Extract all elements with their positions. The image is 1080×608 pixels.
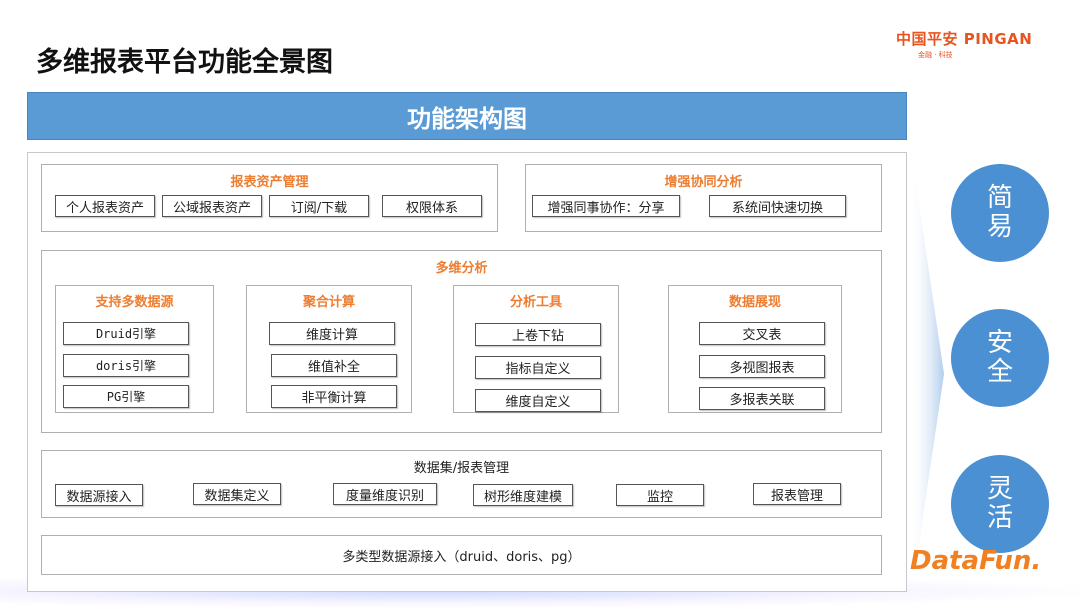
asset-item: 公域报表资产 [162, 195, 262, 217]
aggregation-title: 聚合计算 [302, 295, 355, 310]
aggregation-item: 维度计算 [269, 322, 395, 345]
engine-item: doris引擎 [63, 354, 189, 377]
engine-item: PG引擎 [63, 385, 189, 408]
pingan-logo: 中国平安 PINGAN 金融 · 科技 [896, 28, 1058, 62]
presentation-item: 交叉表 [699, 322, 825, 345]
quality-char: 易 [986, 212, 1013, 242]
dataset-item: 数据集定义 [193, 483, 281, 505]
quality-circle-flexible: 灵 活 [951, 455, 1049, 553]
data-source-access-bar: 多类型数据源接入（druid、doris、pg） [41, 535, 882, 575]
dataset-item: 度量维度识别 [333, 483, 437, 505]
quality-char: 灵 [986, 474, 1013, 505]
logo-subtext: 金融 · 科技 [918, 51, 953, 59]
analysis-tool-item: 维度自定义 [475, 389, 601, 412]
engine-item: Druid引擎 [63, 322, 189, 345]
right-arrow-icon [912, 156, 944, 592]
data-presentation-title: 数据展现 [728, 295, 781, 310]
dataset-management-title: 数据集/报表管理 [413, 461, 510, 476]
logo-text: 中国平安 PINGAN [896, 30, 1033, 48]
quality-char: 安 [986, 328, 1013, 359]
dataset-item: 监控 [616, 484, 704, 506]
collab-item: 增强同事协作：分享 [532, 195, 680, 217]
dataset-item: 数据源接入 [55, 484, 143, 506]
asset-item: 个人报表资产 [55, 195, 155, 217]
asset-item: 权限体系 [382, 195, 482, 217]
analysis-tools-title: 分析工具 [509, 295, 562, 310]
aggregation-item: 非平衡计算 [271, 385, 397, 408]
aggregation-item: 维值补全 [271, 354, 397, 377]
quality-char: 简 [986, 183, 1013, 214]
datafun-logo: DataFun. [910, 546, 1042, 576]
asset-management-title: 报表资产管理 [230, 175, 309, 190]
multi-dimension-analysis-title: 多维分析 [435, 261, 488, 276]
banner-title: 功能架构图 [407, 104, 527, 133]
presentation-item: 多报表关联 [699, 387, 825, 410]
quality-circle-simple: 简 易 [951, 164, 1049, 262]
collab-analysis-title: 增强协同分析 [664, 175, 743, 190]
analysis-tool-item: 上卷下钻 [475, 323, 601, 346]
data-source-access-label: 多类型数据源接入（druid、doris、pg） [342, 549, 581, 565]
quality-char: 全 [986, 357, 1013, 387]
asset-item: 订阅/下载 [269, 195, 369, 217]
data-source-support-title: 支持多数据源 [95, 295, 174, 310]
page-title: 多维报表平台功能全景图 [36, 47, 333, 78]
architecture-banner: 功能架构图 [27, 92, 907, 140]
dataset-item: 树形维度建模 [473, 484, 573, 506]
collab-item: 系统间快速切换 [709, 195, 846, 217]
presentation-item: 多视图报表 [699, 355, 825, 378]
dataset-item: 报表管理 [753, 483, 841, 505]
analysis-tool-item: 指标自定义 [475, 356, 601, 379]
quality-circle-secure: 安 全 [951, 309, 1049, 407]
quality-char: 活 [986, 503, 1013, 533]
